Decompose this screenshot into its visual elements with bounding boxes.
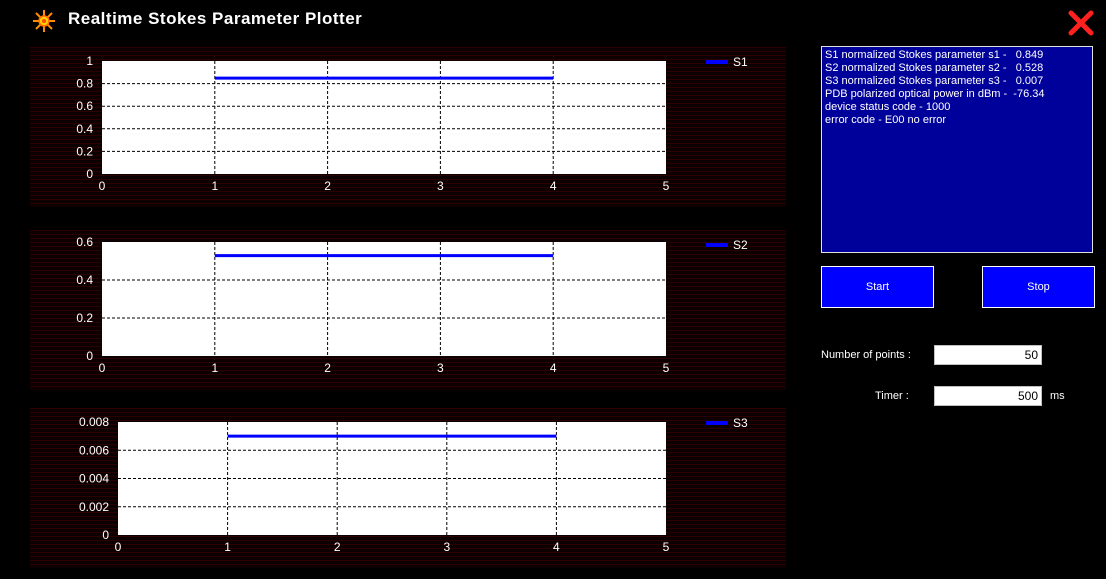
x-tick-label: 0 bbox=[99, 361, 106, 375]
y-tick-label: 0.002 bbox=[79, 500, 109, 514]
title-bar: Realtime Stokes Parameter Plotter bbox=[0, 0, 1106, 40]
app-title: Realtime Stokes Parameter Plotter bbox=[68, 9, 363, 28]
sun-icon bbox=[33, 10, 55, 32]
info-line: S1 normalized Stokes parameter s1 - 0.84… bbox=[825, 49, 1044, 61]
chart-svg: 0 1 2 3 4 5 0 0.002 0.004 0.006 0.008 S3 bbox=[79, 415, 748, 554]
y-tick-label: 0 bbox=[102, 528, 109, 542]
x-tick-label: 5 bbox=[663, 179, 670, 193]
chart-panel-s1: 0 1 2 3 4 5 0 0.2 0.4 0.6 0.8 1 S1 bbox=[30, 47, 786, 207]
x-tick-label: 4 bbox=[553, 540, 560, 554]
y-tick-label: 0.8 bbox=[76, 77, 93, 91]
y-tick-label: 1 bbox=[86, 54, 93, 68]
points-label: Number of points : bbox=[821, 349, 911, 361]
y-tick-label: 0.4 bbox=[76, 122, 93, 136]
y-tick-label: 0.008 bbox=[79, 415, 109, 429]
x-tick-label: 0 bbox=[115, 540, 122, 554]
legend-label: S2 bbox=[733, 238, 748, 252]
legend-label: S3 bbox=[733, 416, 748, 430]
info-line: error code - E00 no error bbox=[825, 114, 947, 126]
timer-unit: ms bbox=[1050, 390, 1065, 402]
x-tick-label: 2 bbox=[324, 361, 331, 375]
x-tick-label: 0 bbox=[99, 179, 106, 193]
x-tick-label: 1 bbox=[211, 361, 218, 375]
x-tick-label: 3 bbox=[443, 540, 450, 554]
timer-label: Timer : bbox=[875, 390, 909, 402]
stop-button[interactable]: Stop bbox=[982, 266, 1095, 308]
x-tick-label: 1 bbox=[224, 540, 231, 554]
points-input[interactable]: 50 bbox=[934, 345, 1042, 365]
y-tick-label: 0.6 bbox=[76, 99, 93, 113]
plot-area bbox=[102, 242, 666, 356]
info-box: S1 normalized Stokes parameter s1 - 0.84… bbox=[821, 46, 1093, 253]
start-button[interactable]: Start bbox=[821, 266, 934, 308]
x-tick-label: 5 bbox=[663, 361, 670, 375]
y-tick-label: 0.006 bbox=[79, 443, 109, 457]
y-tick-label: 0 bbox=[86, 349, 93, 363]
x-tick-label: 1 bbox=[211, 179, 218, 193]
x-tick-label: 2 bbox=[324, 179, 331, 193]
chart-svg: 0 1 2 3 4 5 0 0.2 0.4 0.6 0.8 1 S1 bbox=[76, 54, 748, 193]
x-tick-label: 3 bbox=[437, 361, 444, 375]
timer-input[interactable]: 500 bbox=[934, 386, 1042, 406]
info-line: PDB polarized optical power in dBm - -76… bbox=[825, 88, 1045, 100]
chart-panel-s3: 0 1 2 3 4 5 0 0.002 0.004 0.006 0.008 S3 bbox=[30, 408, 786, 568]
x-tick-label: 4 bbox=[550, 179, 557, 193]
y-tick-label: 0.4 bbox=[76, 273, 93, 287]
y-tick-label: 0.2 bbox=[76, 144, 93, 158]
close-icon[interactable] bbox=[1066, 8, 1096, 38]
x-tick-label: 5 bbox=[663, 540, 670, 554]
y-tick-label: 0 bbox=[86, 167, 93, 181]
y-tick-label: 0.2 bbox=[76, 311, 93, 325]
info-line: device status code - 1000 bbox=[825, 101, 951, 113]
y-tick-label: 0.6 bbox=[76, 235, 93, 249]
chart-panel-s2: 0 1 2 3 4 5 0 0.2 0.4 0.6 S2 bbox=[30, 230, 786, 390]
legend-label: S1 bbox=[733, 55, 748, 69]
x-tick-label: 3 bbox=[437, 179, 444, 193]
info-line: S3 normalized Stokes parameter s3 - 0.00… bbox=[825, 75, 1044, 87]
info-line: S2 normalized Stokes parameter s2 - 0.52… bbox=[825, 62, 1044, 74]
chart-svg: 0 1 2 3 4 5 0 0.2 0.4 0.6 S2 bbox=[76, 235, 748, 375]
x-tick-label: 4 bbox=[550, 361, 557, 375]
x-tick-label: 2 bbox=[334, 540, 341, 554]
y-tick-label: 0.004 bbox=[79, 472, 109, 486]
